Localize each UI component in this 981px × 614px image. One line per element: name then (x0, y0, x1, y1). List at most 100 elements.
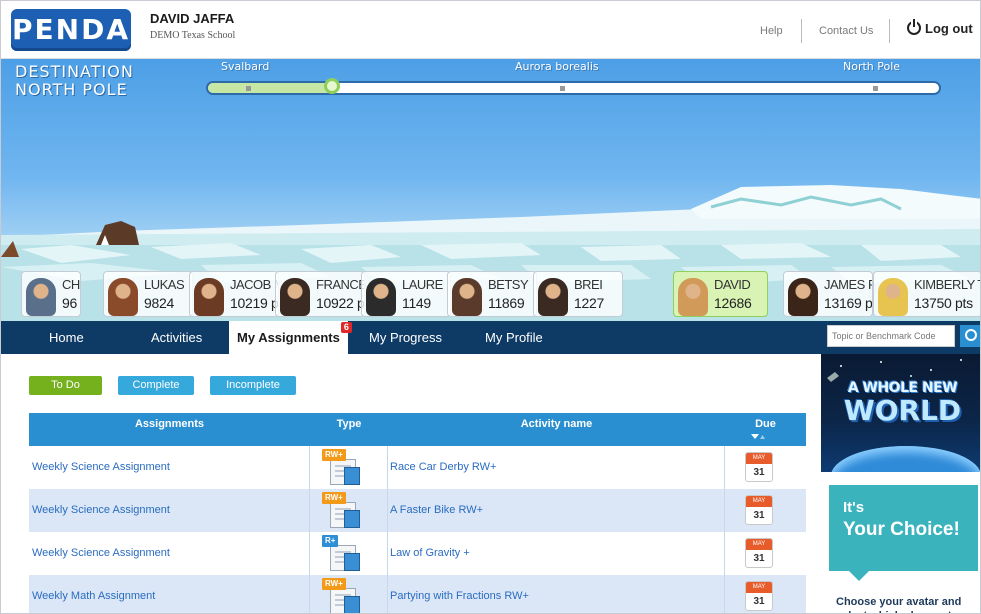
player-avatar (452, 278, 482, 316)
logout-button[interactable]: Log out (907, 19, 973, 36)
player-name: JAMES F. (824, 277, 873, 292)
activity-name[interactable]: Partying with Fractions RW+ (388, 575, 725, 613)
header-divider (801, 19, 802, 43)
nav-my-profile[interactable]: My Profile (485, 321, 543, 354)
due-cell: MAY 31 (725, 446, 806, 489)
type-tag: R+ (322, 535, 339, 547)
tablet-icon (344, 467, 360, 485)
filter-incomplete-button[interactable]: Incomplete (210, 376, 296, 395)
player-avatar (194, 278, 224, 316)
tablet-icon (344, 553, 360, 571)
nav-home[interactable]: Home (49, 321, 84, 354)
destination-line2: NORTH POLE (15, 80, 128, 99)
player-name: FRANCESCA (316, 277, 365, 292)
nav-my-assignments-label: My Assignments (237, 330, 340, 345)
column-header-assignments[interactable]: Assignments (29, 413, 310, 446)
player-avatar (788, 278, 818, 316)
player-points: 12686 (714, 295, 752, 311)
activity-name[interactable]: Race Car Derby RW+ (388, 446, 725, 489)
waypoint-aurora: Aurora borealis (515, 60, 599, 73)
school-name: DEMO Texas School (150, 30, 236, 41)
leaderboard-player[interactable]: JACOB M. 10219 pts (189, 271, 279, 317)
due-month: MAY (746, 539, 772, 550)
leaderboard-player[interactable]: LAURE 1149 (361, 271, 451, 317)
track-dot (246, 86, 251, 91)
table-row[interactable]: Weekly Science Assignment RW+ Race Car Der… (29, 446, 806, 489)
promo-sidebar: A WHOLE NEW WORLD It's Your Choice! Choo… (821, 354, 980, 613)
nav-my-assignments[interactable]: My Assignments 6 (229, 321, 352, 354)
player-points: 1149 (402, 295, 431, 311)
due-month: MAY (746, 582, 772, 593)
column-header-due[interactable]: Due (725, 413, 806, 446)
power-icon (907, 19, 921, 35)
calendar-icon: MAY 31 (745, 452, 773, 482)
contact-us-link[interactable]: Contact Us (819, 25, 873, 37)
header-divider (889, 19, 890, 43)
journey-progress-bar (206, 78, 941, 95)
due-cell: MAY 31 (725, 575, 806, 613)
player-points: 10219 pts (230, 295, 278, 311)
leaderboard-player[interactable]: DAVID 12686 (673, 271, 768, 317)
assignment-name[interactable]: Weekly Math Assignment (29, 575, 310, 613)
waypoint-north-pole: North Pole (843, 60, 901, 73)
logout-label: Log out (925, 21, 973, 36)
player-points: 13750 pts (914, 295, 973, 311)
player-name: DAVID (714, 277, 751, 292)
nav-my-progress[interactable]: My Progress (369, 321, 442, 354)
app-window: PENDA DAVID JAFFA DEMO Texas School Help… (0, 0, 981, 614)
player-name: LAURE (402, 277, 443, 292)
leaderboard-player[interactable]: KIMBERLY T. 2 13750 pts (873, 271, 980, 317)
column-header-type[interactable]: Type (310, 413, 388, 446)
destination-title: DESTINATION NORTH POLE (15, 63, 134, 99)
your-choice-banner[interactable]: It's Your Choice! (829, 485, 978, 581)
leaderboard-player[interactable]: BETSY 11869 (447, 271, 537, 317)
leaderboard-player[interactable]: LUKAS 9824 (103, 271, 193, 317)
due-month: MAY (746, 496, 772, 507)
leaderboard-player[interactable]: FRANCESCA 10922 p (275, 271, 365, 317)
player-avatar (26, 278, 56, 316)
type-cell: RW+ (310, 575, 388, 613)
assignment-name[interactable]: Weekly Science Assignment (29, 489, 310, 532)
activity-name[interactable]: A Faster Bike RW+ (388, 489, 725, 532)
assignment-name[interactable]: Weekly Science Assignment (29, 532, 310, 575)
table-row[interactable]: Weekly Science Assignment RW+ A Faster Bik… (29, 489, 806, 532)
assignments-count-badge: 6 (340, 322, 352, 333)
assignment-name[interactable]: Weekly Science Assignment (29, 446, 310, 489)
help-link[interactable]: Help (760, 25, 783, 37)
leaderboard-player[interactable]: CHA 96 (21, 271, 81, 317)
due-month: MAY (746, 453, 772, 464)
whole-new-world-banner[interactable]: A WHOLE NEW WORLD (821, 354, 980, 472)
type-tag: RW+ (322, 492, 346, 504)
activity-name[interactable]: Law of Gravity + (388, 532, 725, 575)
waypoint-svalbard: Svalbard (221, 60, 270, 73)
search-bar (821, 321, 980, 354)
due-day: 31 (753, 553, 765, 564)
penda-logo[interactable]: PENDA (11, 9, 131, 51)
table-row[interactable]: Weekly Math Assignment RW+ Partying with F… (29, 575, 806, 613)
leaderboard-player[interactable]: JAMES F. 13169 p (783, 271, 873, 317)
player-points: 11869 (488, 295, 525, 311)
filter-complete-button[interactable]: Complete (118, 376, 194, 395)
player-name: KIMBERLY T. 2 (914, 277, 980, 292)
choice-description: Choose your avatar and select which clas… (836, 596, 964, 613)
player-name: JACOB M. (230, 277, 278, 292)
activity-type-icon: RW+ (322, 492, 364, 529)
progress-fill (208, 83, 332, 93)
table-row[interactable]: Weekly Science Assignment R+ Law of Gravit… (29, 532, 806, 575)
due-day: 31 (753, 467, 765, 478)
leaderboard: CHA96LUKAS9824JACOB M.10219 ptsFRANCESCA… (13, 271, 980, 319)
due-cell: MAY 31 (725, 489, 806, 532)
search-icon[interactable] (960, 325, 980, 347)
due-day: 31 (753, 596, 765, 607)
tablet-icon (344, 596, 360, 613)
column-header-activity[interactable]: Activity name (388, 413, 725, 446)
nav-activities[interactable]: Activities (151, 321, 202, 354)
leaderboard-player[interactable]: BREI 1227 (533, 271, 623, 317)
due-cell: MAY 31 (725, 532, 806, 575)
activity-type-icon: RW+ (322, 449, 364, 486)
filter-todo-button[interactable]: To Do (29, 376, 102, 395)
search-input[interactable] (827, 325, 955, 347)
player-name: LUKAS (144, 277, 185, 292)
player-avatar (538, 278, 568, 316)
banner-title: A WHOLE NEW WORLD (825, 380, 980, 426)
